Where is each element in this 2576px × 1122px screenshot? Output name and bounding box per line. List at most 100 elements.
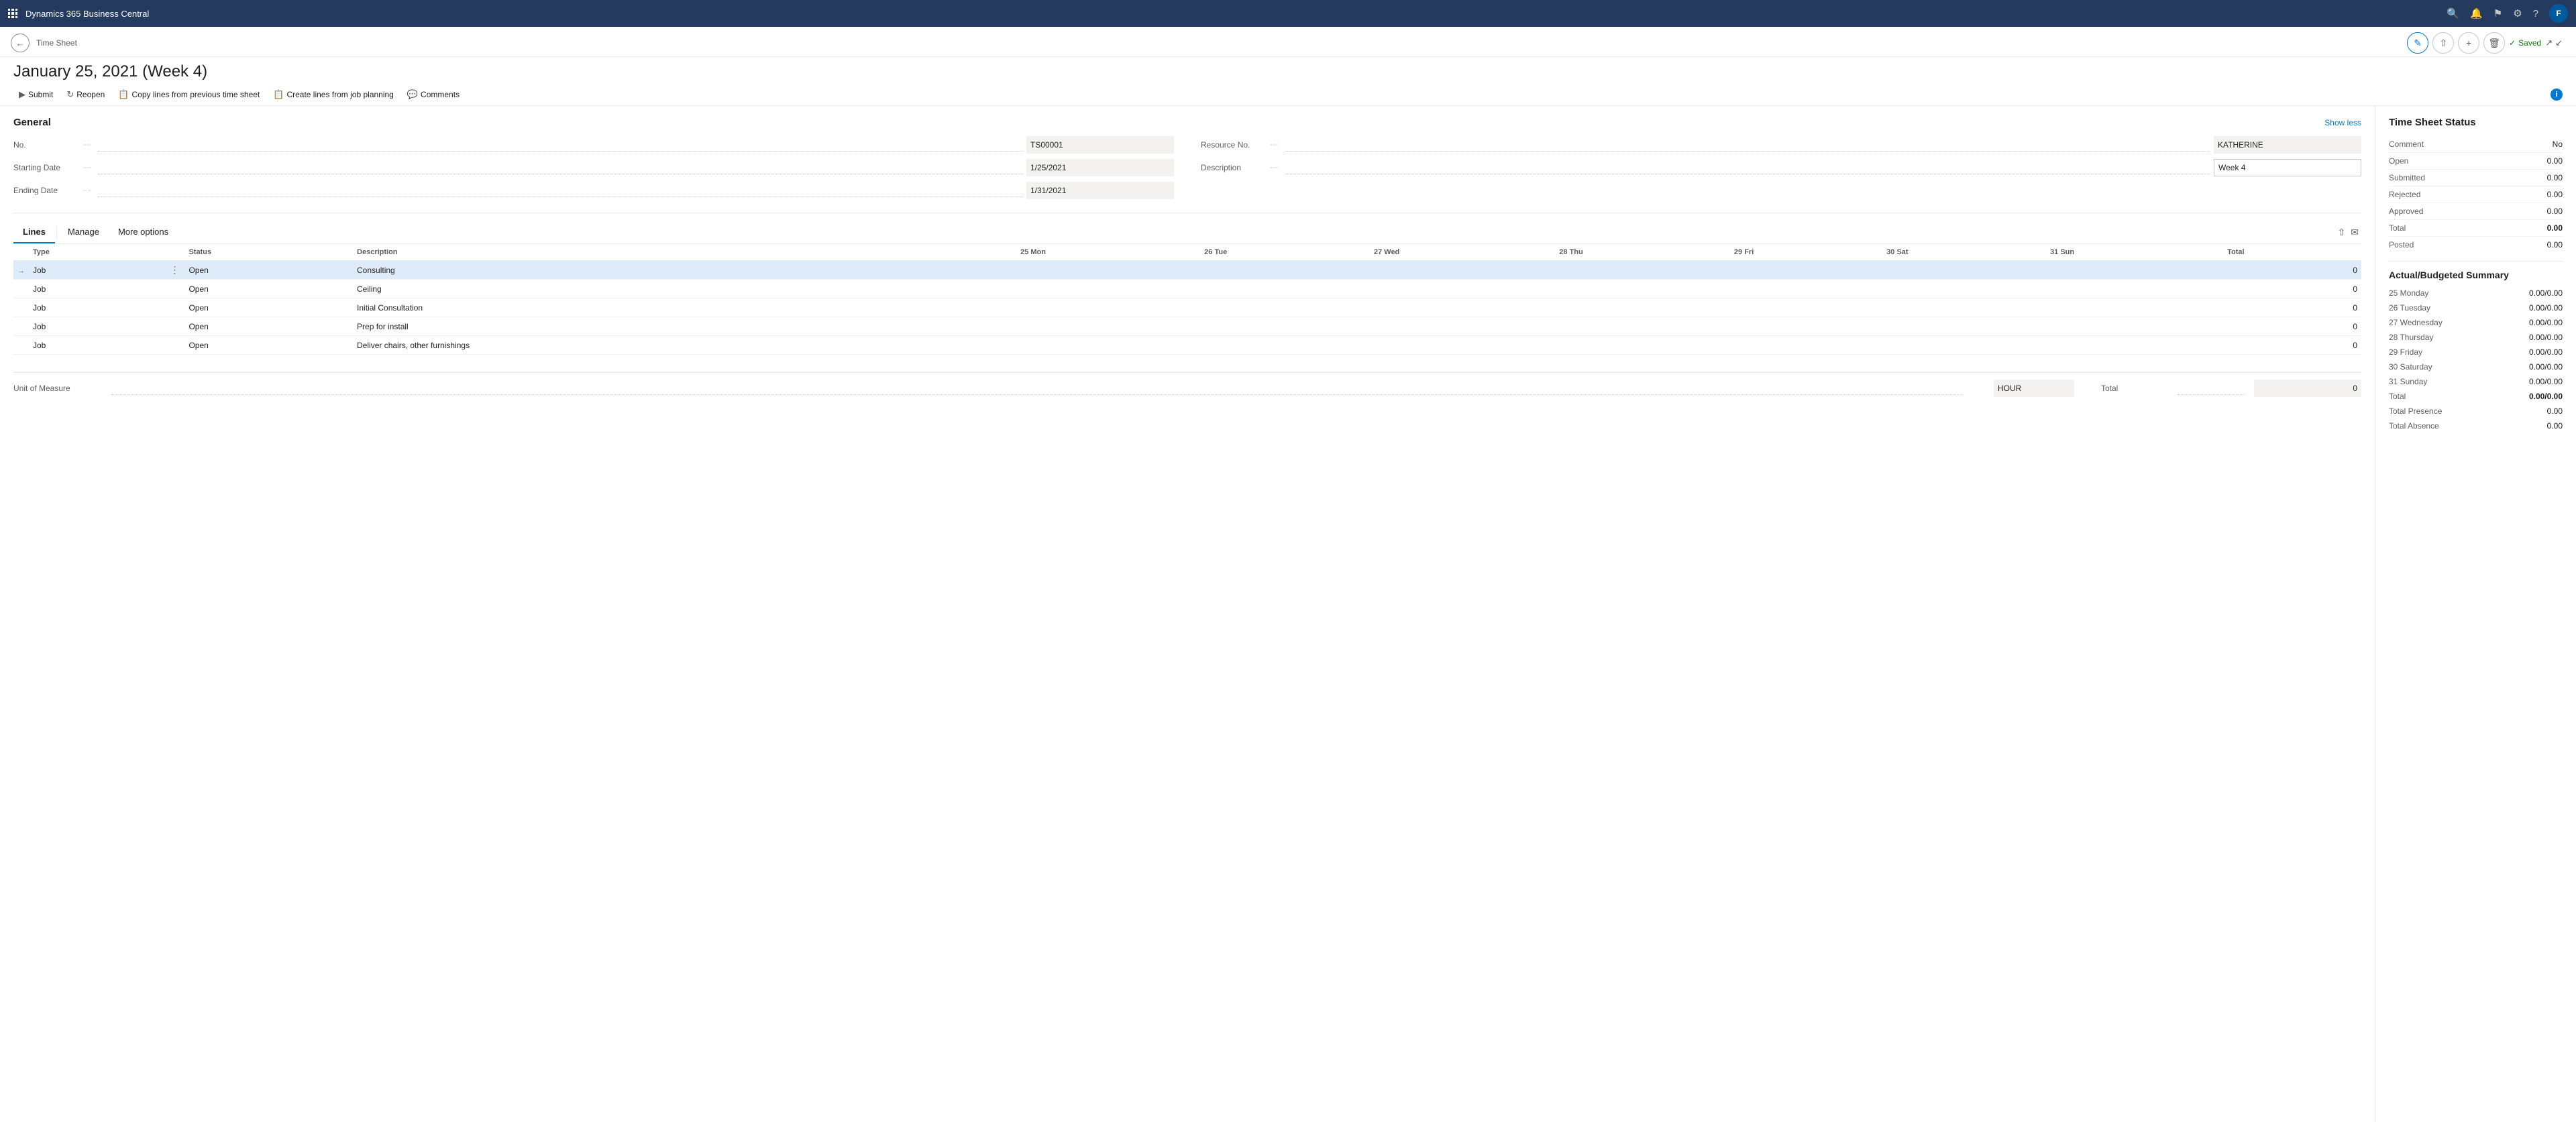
context-menu-icon[interactable]: ⋮ [168,264,180,275]
row-fri[interactable] [1730,336,1882,355]
row-mon[interactable] [1016,261,1200,280]
row-thu[interactable] [1555,261,1730,280]
row-sat[interactable] [1882,336,2046,355]
table-row[interactable]: Job Open Deliver chairs, other furnishin… [13,336,2361,355]
row-thu[interactable] [1555,280,1730,298]
summary-row-value: 0.00/0.00 [2529,362,2563,372]
submit-button[interactable]: ▶ Submit [13,87,58,103]
row-wed[interactable] [1370,261,1555,280]
row-mon[interactable] [1016,317,1200,336]
back-button[interactable]: ← [11,34,30,52]
row-sat[interactable] [1882,280,2046,298]
help-icon[interactable]: ? [2533,8,2538,19]
share-button[interactable]: ⇧ [2432,32,2454,54]
status-row-label: Rejected [2389,190,2420,199]
summary-row-label: Total Absence [2389,421,2439,431]
row-arrow: → [13,261,29,280]
expand-icon[interactable]: ↗ [2545,38,2553,48]
summary-row: 27 Wednesday 0.00/0.00 [2389,315,2563,330]
table-row[interactable]: Job Open Prep for install 0 [13,317,2361,336]
lines-tbody: → Job ⋮ Open Consulting 0 Job Open Ceili… [13,261,2361,372]
app-grid-icon[interactable] [8,9,17,18]
tab-more-options[interactable]: More options [109,221,178,243]
row-tue[interactable] [1200,336,1370,355]
main-content: General Show less No. TS00001 Resource N… [0,106,2576,1122]
status-row: Posted 0.00 [2389,237,2563,253]
table-row[interactable]: Job Open Initial Consultation 0 [13,298,2361,317]
add-button[interactable]: + [2458,32,2479,54]
row-thu[interactable] [1555,317,1730,336]
lines-share-icon[interactable]: ⇧ [2338,227,2346,238]
reopen-icon: ↻ [66,89,74,100]
tab-lines[interactable]: Lines [13,221,55,243]
row-sun[interactable] [2046,336,2223,355]
edit-button[interactable]: ✎ [2407,32,2428,54]
row-sun[interactable] [2046,298,2223,317]
row-dots-btn[interactable]: ⋮ [164,261,184,280]
ending-date-row: Ending Date 1/31/2021 [13,182,1174,199]
row-sat[interactable] [1882,261,2046,280]
row-tue[interactable] [1200,317,1370,336]
row-sat[interactable] [1882,298,2046,317]
tab-manage[interactable]: Manage [58,221,109,243]
general-section-header: General Show less [13,117,2361,128]
lines-email-icon[interactable]: ✉ [2351,227,2359,238]
status-row: Approved 0.00 [2389,203,2563,220]
row-thu[interactable] [1555,298,1730,317]
action-bar: ▶ Submit ↻ Reopen 📋 Copy lines from prev… [0,84,2576,106]
top-nav: Dynamics 365 Business Central 🔍 🔔 ⚑ ⚙ ? … [0,0,2576,27]
row-fri[interactable] [1730,298,1882,317]
create-lines-button[interactable]: 📋 Create lines from job planning [268,87,399,103]
show-less-link[interactable]: Show less [2324,118,2361,127]
col-mon-header: 25 Mon [1016,244,1200,261]
row-dots-btn[interactable] [164,336,184,355]
avatar[interactable]: F [2549,4,2568,23]
collapse-icon[interactable]: ↙ [2555,38,2563,48]
comments-button[interactable]: 💬 Comments [402,87,465,103]
delete-button[interactable]: 🗑 [2483,32,2505,54]
table-row[interactable]: → Job ⋮ Open Consulting 0 [13,261,2361,280]
settings-icon[interactable]: ⚙ [2513,7,2522,19]
description-value[interactable]: Week 4 [2214,159,2361,176]
row-sun[interactable] [2046,261,2223,280]
info-badge: i [2551,89,2563,101]
row-sat[interactable] [1882,317,2046,336]
row-fri[interactable] [1730,317,1882,336]
row-wed[interactable] [1370,298,1555,317]
search-icon[interactable]: 🔍 [2447,7,2459,19]
row-total: 0 [2223,261,2361,280]
row-wed[interactable] [1370,280,1555,298]
row-thu[interactable] [1555,336,1730,355]
col-arrow-header [13,244,29,261]
row-sun[interactable] [2046,280,2223,298]
row-mon[interactable] [1016,280,1200,298]
panel-divider [2389,261,2563,262]
row-wed[interactable] [1370,317,1555,336]
row-description: Initial Consultation [353,298,1016,317]
flag-icon[interactable]: ⚑ [2493,7,2502,19]
row-dots-btn[interactable] [164,317,184,336]
row-tue[interactable] [1200,298,1370,317]
comments-icon: 💬 [407,89,418,100]
row-fri[interactable] [1730,261,1882,280]
row-mon[interactable] [1016,336,1200,355]
row-wed[interactable] [1370,336,1555,355]
page-header: ← Time Sheet ✎ ⇧ + 🗑 ✓ Saved ↗ ↙ [0,27,2576,57]
reopen-button[interactable]: ↻ Reopen [61,87,110,103]
row-tue[interactable] [1200,261,1370,280]
row-sun[interactable] [2046,317,2223,336]
no-value: TS00001 [1026,136,1174,154]
row-tue[interactable] [1200,280,1370,298]
col-status-header: Status [184,244,353,261]
row-dots-btn[interactable] [164,298,184,317]
table-row[interactable]: Job Open Ceiling 0 [13,280,2361,298]
row-description: Consulting [353,261,1016,280]
row-mon[interactable] [1016,298,1200,317]
bell-icon[interactable]: 🔔 [2470,7,2483,19]
row-description: Prep for install [353,317,1016,336]
row-dots-btn[interactable] [164,280,184,298]
row-fri[interactable] [1730,280,1882,298]
summary-row: 28 Thursday 0.00/0.00 [2389,330,2563,345]
table-header-row: Type Status Description 25 Mon 26 Tue 27… [13,244,2361,261]
copy-lines-button[interactable]: 📋 Copy lines from previous time sheet [113,87,265,103]
